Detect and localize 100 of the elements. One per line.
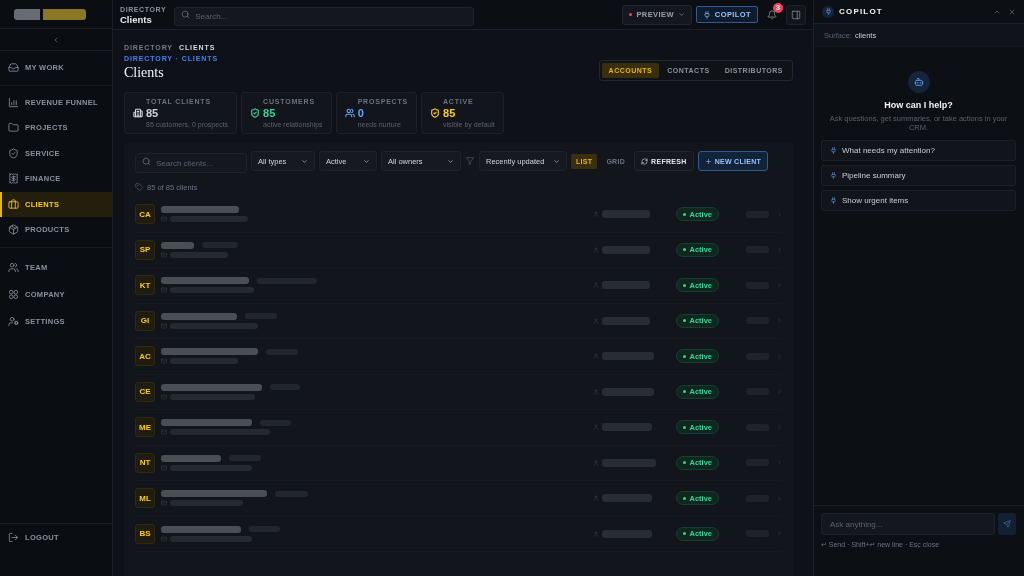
open-row-button[interactable]	[775, 317, 783, 325]
dot-icon	[629, 13, 633, 16]
inbox-icon	[8, 62, 19, 74]
mail-icon	[161, 251, 167, 258]
collapse-button[interactable]	[52, 35, 60, 44]
open-row-button[interactable]	[775, 281, 783, 289]
bar-chart-icon	[8, 96, 19, 108]
mail-icon	[161, 322, 167, 329]
chevron-right-icon	[775, 210, 783, 218]
user-cog-icon	[8, 315, 19, 327]
plug-icon	[822, 5, 834, 18]
send-button[interactable]	[998, 513, 1016, 535]
mail-icon	[161, 500, 167, 507]
client-avatar: GI	[135, 310, 155, 331]
building-icon	[133, 108, 143, 118]
tag-icon	[135, 183, 143, 191]
mail-icon	[161, 393, 167, 400]
blurred-name	[161, 241, 194, 249]
open-row-button[interactable]	[775, 246, 783, 254]
suggestion-button[interactable]: What needs my attention?	[821, 140, 1016, 161]
user-icon	[593, 211, 599, 218]
filter-button[interactable]	[465, 156, 475, 166]
mail-icon	[161, 216, 167, 223]
chevron-down-icon	[677, 11, 685, 18]
open-row-button[interactable]	[775, 352, 783, 360]
open-row-button[interactable]	[775, 423, 783, 431]
package-icon	[8, 224, 19, 236]
status-dot-icon	[683, 461, 687, 465]
chevron-right-icon	[775, 423, 783, 431]
client-avatar: AC	[135, 346, 155, 367]
client-search-field[interactable]: Search clients...	[135, 153, 247, 173]
shield-check-icon	[430, 108, 440, 118]
open-row-button[interactable]	[775, 459, 783, 467]
user-icon	[593, 282, 599, 289]
panel-button[interactable]	[786, 4, 806, 25]
stat-value: 85	[263, 107, 276, 119]
chevron-right-icon	[775, 281, 783, 289]
ask-input-field[interactable]: Ask anything...	[821, 513, 995, 535]
chevron-down-icon	[301, 157, 308, 165]
chevron-right-icon	[775, 317, 783, 325]
mail-icon	[161, 429, 167, 436]
shield-check-icon	[250, 108, 261, 118]
copilot-heading: How can I help?	[884, 100, 953, 110]
status-dot-icon	[683, 248, 687, 252]
status-dot-icon	[683, 390, 687, 394]
page-title: Clients	[124, 65, 164, 81]
user-icon	[593, 388, 599, 395]
client-avatar: ME	[135, 417, 155, 438]
user-icon	[593, 495, 599, 502]
status-dot-icon	[683, 425, 687, 429]
shield-check-icon	[8, 147, 19, 159]
folder-icon	[8, 122, 19, 134]
chevron-right-icon	[775, 388, 783, 396]
chevron-right-icon	[775, 494, 783, 502]
client-avatar: BS	[135, 523, 155, 544]
send-icon	[1003, 520, 1011, 528]
bot-icon	[907, 71, 930, 93]
panel-icon	[791, 9, 801, 20]
suggestion-button[interactable]: Show urgent items	[821, 190, 1016, 211]
status-dot-icon	[683, 283, 687, 287]
open-row-button[interactable]	[775, 494, 783, 502]
user-icon	[593, 317, 599, 324]
users-icon	[8, 261, 19, 273]
mail-icon	[161, 535, 167, 542]
blurred-name	[161, 454, 221, 462]
stat-value: 85	[146, 107, 159, 119]
refresh-icon	[641, 157, 649, 165]
mail-icon	[161, 464, 167, 471]
chevron-down-icon	[553, 157, 560, 165]
status-dot-icon	[683, 532, 687, 536]
close-button[interactable]	[1008, 7, 1016, 16]
mail-icon	[161, 358, 167, 365]
user-icon	[593, 246, 599, 253]
circles-grid-icon	[8, 288, 19, 300]
chevron-right-icon	[775, 246, 783, 254]
status-dot-icon	[683, 319, 687, 323]
client-avatar: CA	[135, 204, 155, 225]
blurred-logo	[14, 8, 86, 20]
status-dot-icon	[683, 212, 687, 216]
status-dot-icon	[683, 354, 687, 358]
mail-icon	[161, 287, 167, 294]
chevron-right-icon	[775, 459, 783, 467]
status-dot-icon	[683, 496, 687, 500]
header-title: Clients	[120, 13, 153, 25]
briefcase-icon	[8, 198, 19, 210]
client-avatar: ML	[135, 488, 155, 509]
search-field[interactable]: Search...	[174, 7, 475, 26]
open-row-button[interactable]	[775, 388, 783, 396]
chevron-down-icon	[363, 157, 370, 165]
open-row-button[interactable]	[775, 530, 783, 538]
chevron-right-icon	[775, 530, 783, 538]
suggestion-button[interactable]: Pipeline summary	[821, 165, 1016, 186]
user-icon	[593, 424, 599, 431]
receipt-icon	[8, 173, 19, 185]
open-row-button[interactable]	[775, 210, 783, 218]
logout-icon	[8, 531, 19, 543]
bell-icon	[767, 9, 777, 20]
plug-icon	[830, 147, 837, 154]
chevron-down-icon	[447, 157, 454, 165]
client-avatar: NT	[135, 452, 155, 473]
